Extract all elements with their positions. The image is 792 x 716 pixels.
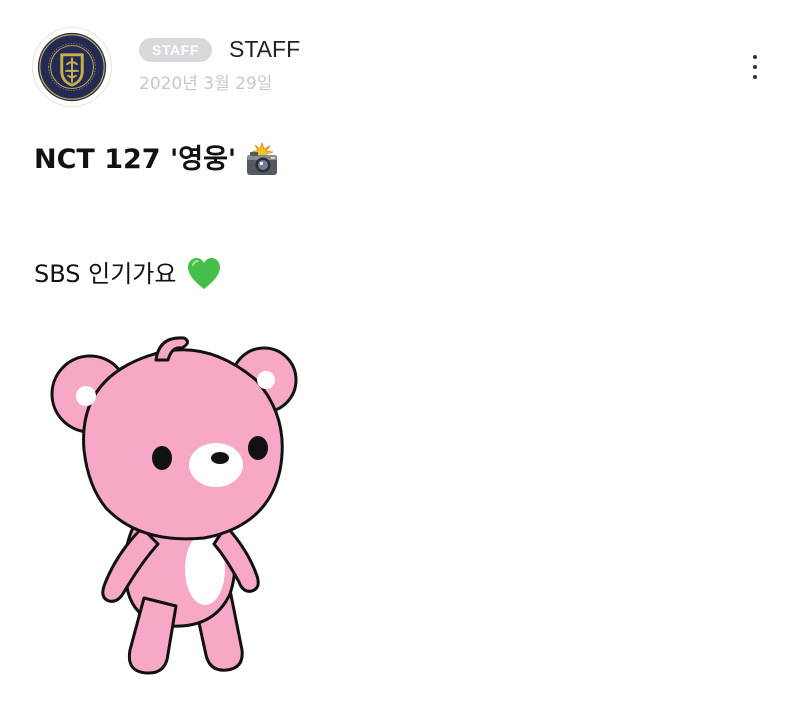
camera-with-flash-icon: [247, 142, 278, 175]
post-date: 2020년 3월 29일: [139, 74, 273, 94]
more-options-button[interactable]: [740, 50, 770, 84]
pink-bear-sticker: [44, 330, 308, 686]
staff-badge: STAFF: [139, 38, 213, 62]
post-title: NCT 127 '영웅': [34, 140, 280, 180]
post-header: STAFF STAFF 2020년 3월 29일: [0, 0, 792, 110]
author-name[interactable]: STAFF: [229, 35, 300, 63]
green-heart-icon: [188, 258, 221, 289]
avatar[interactable]: [32, 27, 112, 107]
post-body-text: SBS 인기가요: [34, 260, 177, 288]
more-vertical-icon: [753, 55, 757, 59]
nct-127-emblem-icon: [37, 32, 107, 102]
pink-bear-icon: [50, 336, 298, 675]
more-vertical-icon: [753, 65, 757, 69]
post-body: SBS 인기가요: [34, 256, 222, 292]
more-vertical-icon: [753, 75, 757, 79]
post-title-text: NCT 127 '영웅': [34, 144, 237, 175]
